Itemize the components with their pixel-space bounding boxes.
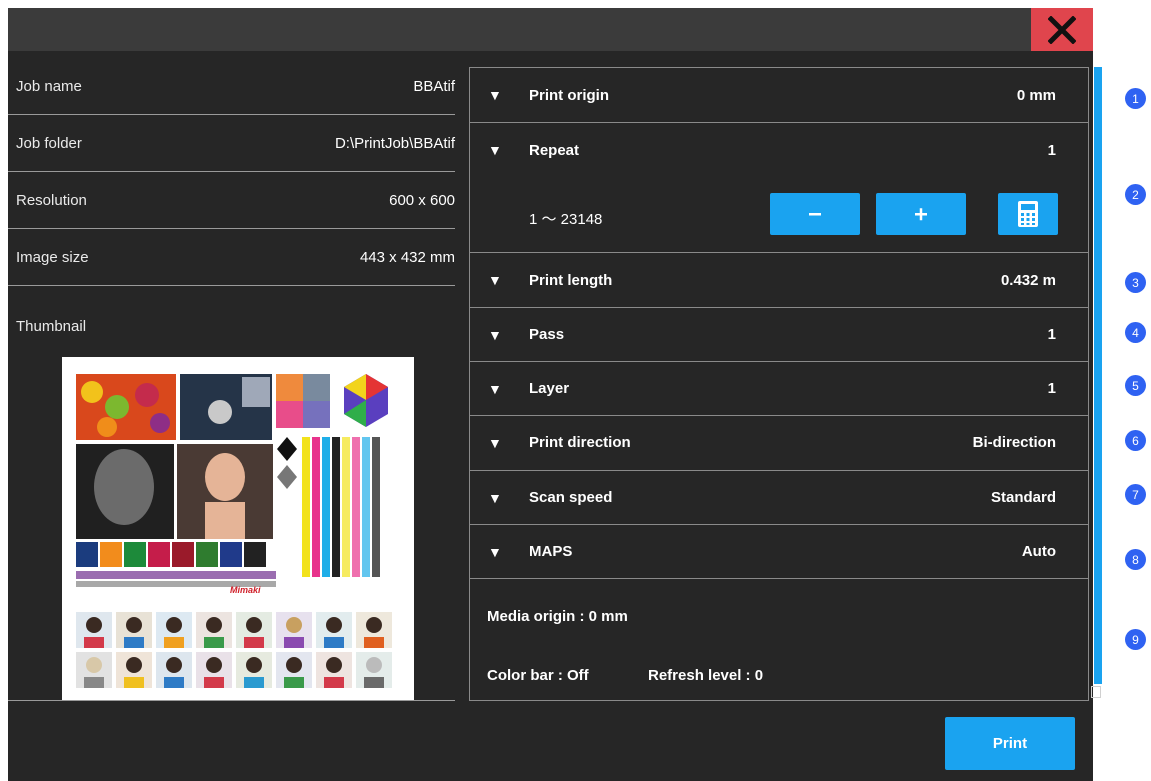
triangle-down-icon: ▼ (488, 87, 502, 103)
callout-marker: 1 (1125, 88, 1146, 109)
triangle-down-icon: ▼ (488, 434, 502, 451)
setting-label: Layer (529, 380, 570, 397)
setting-value: 1 (1047, 380, 1056, 397)
resolution-label: Resolution (16, 191, 87, 209)
close-icon (1048, 15, 1076, 44)
triangle-down-icon: ▼ (488, 272, 502, 288)
job-name-row: Job name BBAtif (8, 58, 455, 115)
setting-value: 1 (1047, 141, 1056, 159)
setting-maps[interactable]: ▼ MAPS Auto (470, 525, 1090, 578)
image-size-label: Image size (16, 248, 89, 266)
callout-marker: 8 (1125, 549, 1146, 570)
setting-value: 0 mm (1016, 86, 1056, 104)
callout-marker: 4 (1125, 322, 1146, 343)
callout-marker: 5 (1125, 375, 1146, 396)
callout-marker: 9 (1125, 629, 1146, 650)
resolution-value: 600 x 600 (389, 191, 455, 209)
print-button[interactable]: Print (945, 717, 1075, 770)
setting-value: 0.432 m (1000, 271, 1056, 289)
setting-value: Bi-direction (972, 434, 1056, 451)
media-origin-text: Media origin : 0 mm (487, 608, 628, 625)
setting-print-direction[interactable]: ▼ Print direction Bi-direction (470, 416, 1090, 469)
thumbnail-logo: Mimaki (230, 585, 261, 595)
job-name-value: BBAtif (413, 77, 455, 95)
setting-value: Auto (1021, 543, 1056, 560)
triangle-down-icon: ▼ (488, 543, 502, 560)
image-size-row: Image size 443 x 432 mm (8, 229, 455, 286)
job-name-label: Job name (16, 77, 82, 95)
close-button[interactable] (1031, 8, 1093, 51)
thumbnail-label: Thumbnail (16, 318, 87, 335)
setting-label: Scan speed (529, 489, 613, 506)
thumbnail-artwork: Mimaki (62, 357, 414, 700)
setting-repeat[interactable]: ▼ Repeat 1 (470, 123, 1090, 177)
setting-print-origin[interactable]: ▼ Print origin 0 mm (470, 68, 1090, 122)
resolution-row: Resolution 600 x 600 (8, 172, 455, 229)
setting-label: Print direction (529, 434, 631, 451)
triangle-down-icon: ▼ (488, 380, 502, 397)
callout-marker: 6 (1125, 430, 1146, 451)
triangle-down-icon: ▼ (488, 489, 502, 506)
thumbnail-image: Mimaki (62, 357, 414, 700)
setting-value: Standard (990, 489, 1056, 506)
setting-label: Pass (529, 326, 565, 343)
setting-scan-speed[interactable]: ▼ Scan speed Standard (470, 471, 1090, 524)
calculator-icon (1018, 201, 1038, 227)
job-info-panel: Job name BBAtif Job folder D:\PrintJob\B… (8, 58, 455, 286)
callout-marker: 7 (1125, 484, 1146, 505)
setting-label: Print length (529, 271, 613, 289)
color-bar-text: Color bar : Off (487, 667, 589, 684)
setting-label: MAPS (529, 543, 573, 560)
job-folder-value: D:\PrintJob\BBAtif (334, 134, 455, 152)
increment-button[interactable] (876, 193, 966, 235)
triangle-down-icon: ▼ (488, 326, 502, 343)
minus-icon (809, 213, 821, 216)
setting-layer[interactable]: ▼ Layer 1 (470, 362, 1090, 415)
callout-marker: 3 (1125, 272, 1146, 293)
setting-print-length[interactable]: ▼ Print length 0.432 m (470, 253, 1090, 307)
plus-icon (915, 208, 927, 221)
calculator-button[interactable] (998, 193, 1058, 235)
job-folder-row: Job folder D:\PrintJob\BBAtif (8, 115, 455, 172)
decrement-button[interactable] (770, 193, 860, 235)
setting-value: 1 (1047, 326, 1056, 343)
repeat-range: 1 ～ 23148 (529, 211, 603, 228)
scrollbar-end[interactable] (1091, 686, 1101, 698)
job-folder-label: Job folder (16, 134, 82, 152)
settings-panel: ▼ Print origin 0 mm ▼ Repeat 1 1 ～ 23148… (469, 67, 1089, 701)
thumbnail-divider (8, 700, 455, 701)
triangle-down-icon: ▼ (488, 142, 502, 158)
title-bar (8, 8, 1093, 51)
scrollbar-thumb[interactable] (1094, 67, 1102, 684)
divider (470, 578, 1088, 579)
callout-marker: 2 (1125, 184, 1146, 205)
refresh-level-text: Refresh level : 0 (648, 667, 764, 684)
setting-pass[interactable]: ▼ Pass 1 (470, 308, 1090, 361)
setting-label: Print origin (529, 86, 609, 104)
setting-label: Repeat (529, 141, 580, 159)
image-size-value: 443 x 432 mm (359, 248, 455, 266)
